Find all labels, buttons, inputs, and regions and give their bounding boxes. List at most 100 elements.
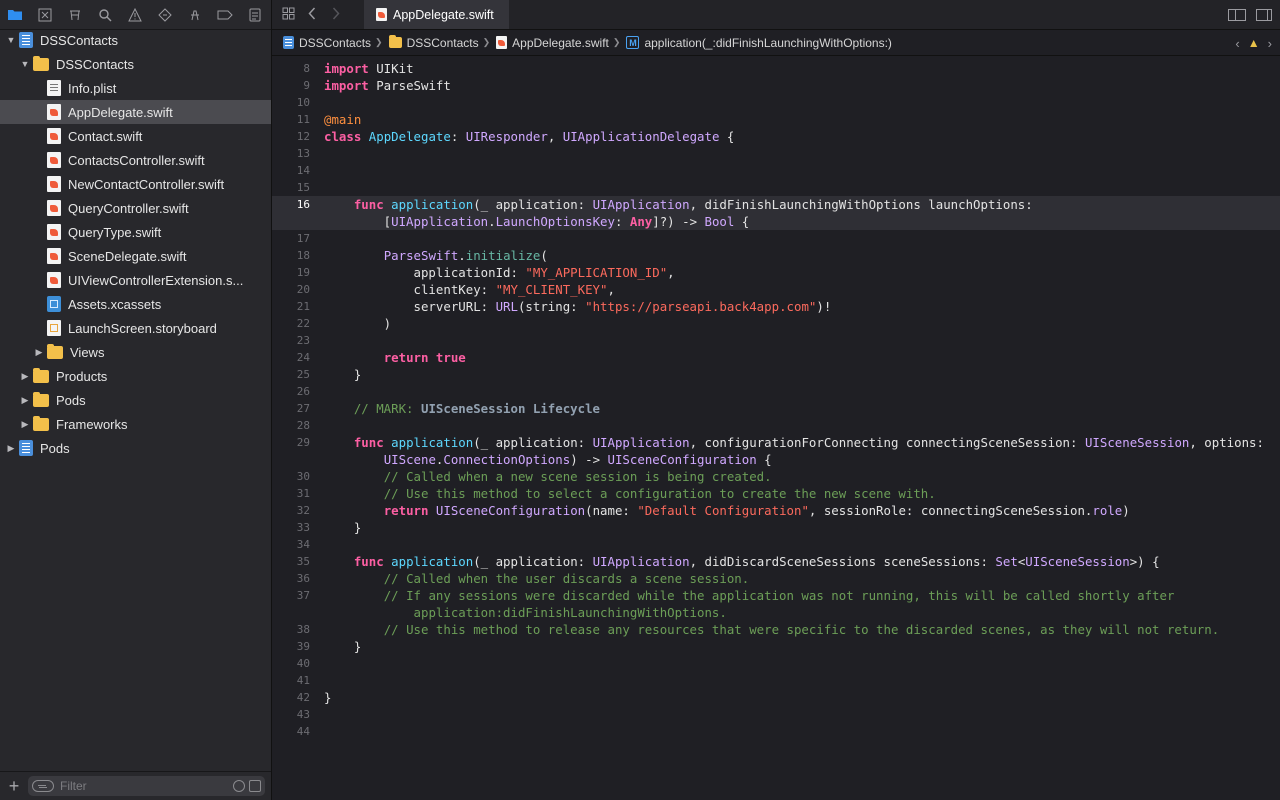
tree-item[interactable]: QueryType.swift bbox=[0, 220, 271, 244]
forward-chevron-icon[interactable] bbox=[324, 6, 348, 23]
tree-item[interactable]: AppDelegate.swift bbox=[0, 100, 271, 124]
code-line[interactable]: 36 // Called when the user discards a sc… bbox=[272, 570, 1280, 587]
next-issue-chevron-icon[interactable]: › bbox=[1268, 36, 1272, 51]
code-line[interactable]: 20 clientKey: "MY_CLIENT_KEY", bbox=[272, 281, 1280, 298]
tree-item[interactable]: ▼ DSSContacts bbox=[0, 28, 271, 52]
line-number[interactable]: 22 bbox=[272, 315, 310, 332]
tree-item[interactable]: ▼ DSSContacts bbox=[0, 52, 271, 76]
code-line[interactable]: 25 } bbox=[272, 366, 1280, 383]
tree-item[interactable]: QueryController.swift bbox=[0, 196, 271, 220]
code-text[interactable]: class AppDelegate: UIResponder, UIApplic… bbox=[310, 128, 1280, 145]
tab-appdelegate-swift[interactable]: AppDelegate.swift bbox=[364, 0, 509, 29]
line-number[interactable]: 28 bbox=[272, 417, 310, 434]
tree-item[interactable]: LaunchScreen.storyboard bbox=[0, 316, 271, 340]
code-text[interactable]: return UISceneConfiguration(name: "Defau… bbox=[310, 502, 1280, 519]
tree-item[interactable]: ▶ Frameworks bbox=[0, 412, 271, 436]
line-number[interactable]: 32 bbox=[272, 502, 310, 519]
breadcrumb-item[interactable]: AppDelegate.swift bbox=[496, 36, 609, 50]
tree-item[interactable]: ▶ Pods bbox=[0, 388, 271, 412]
code-line[interactable]: 16 func application(_ application: UIApp… bbox=[272, 196, 1280, 213]
code-text[interactable] bbox=[310, 145, 1280, 162]
source-control-navigator-icon[interactable] bbox=[30, 0, 60, 29]
code-line[interactable]: 31 // Use this method to select a config… bbox=[272, 485, 1280, 502]
code-line[interactable]: 39 } bbox=[272, 638, 1280, 655]
code-text[interactable]: import UIKit bbox=[310, 60, 1280, 77]
line-number[interactable]: 27 bbox=[272, 400, 310, 417]
code-line[interactable]: 24 return true bbox=[272, 349, 1280, 366]
line-number[interactable]: 14 bbox=[272, 162, 310, 179]
line-number[interactable] bbox=[272, 213, 310, 230]
code-line[interactable]: 42} bbox=[272, 689, 1280, 706]
code-text[interactable]: @main bbox=[310, 111, 1280, 128]
code-text[interactable]: // If any sessions were discarded while … bbox=[310, 587, 1280, 604]
code-line[interactable]: UIScene.ConnectionOptions) -> UISceneCon… bbox=[272, 451, 1280, 468]
code-text[interactable]: } bbox=[310, 689, 1280, 706]
line-number[interactable]: 29 bbox=[272, 434, 310, 451]
line-number[interactable]: 26 bbox=[272, 383, 310, 400]
disclosure-open-icon[interactable]: ▼ bbox=[5, 35, 17, 45]
line-number[interactable]: 12 bbox=[272, 128, 310, 145]
line-number[interactable]: 41 bbox=[272, 672, 310, 689]
code-text[interactable] bbox=[310, 179, 1280, 196]
code-line[interactable]: 28 bbox=[272, 417, 1280, 434]
line-number[interactable]: 19 bbox=[272, 264, 310, 281]
line-number[interactable]: 10 bbox=[272, 94, 310, 111]
code-text[interactable] bbox=[310, 162, 1280, 179]
warning-icon[interactable]: ▲ bbox=[1248, 36, 1260, 50]
code-line[interactable]: 29 func application(_ application: UIApp… bbox=[272, 434, 1280, 451]
line-number[interactable]: 8 bbox=[272, 60, 310, 77]
line-number[interactable]: 36 bbox=[272, 570, 310, 587]
tree-item[interactable]: ▶ Products bbox=[0, 364, 271, 388]
code-text[interactable] bbox=[310, 94, 1280, 111]
disclosure-closed-icon[interactable]: ▶ bbox=[19, 419, 31, 430]
code-text[interactable] bbox=[310, 230, 1280, 247]
tree-item[interactable]: UIViewControllerExtension.s... bbox=[0, 268, 271, 292]
code-line[interactable]: 19 applicationId: "MY_APPLICATION_ID", bbox=[272, 264, 1280, 281]
line-number[interactable]: 35 bbox=[272, 553, 310, 570]
code-text[interactable]: application:didFinishLaunchingWithOption… bbox=[310, 604, 1280, 621]
line-number[interactable]: 15 bbox=[272, 179, 310, 196]
folder-navigator-icon[interactable] bbox=[0, 0, 30, 29]
code-line[interactable]: 18 ParseSwift.initialize( bbox=[272, 247, 1280, 264]
line-number[interactable] bbox=[272, 451, 310, 468]
code-line[interactable]: 27 // MARK: UISceneSession Lifecycle bbox=[272, 400, 1280, 417]
line-number[interactable]: 9 bbox=[272, 77, 310, 94]
breadcrumb-item[interactable]: DSSContacts bbox=[283, 36, 371, 50]
code-line[interactable]: 9 import ParseSwift bbox=[272, 77, 1280, 94]
tree-item[interactable]: NewContactController.swift bbox=[0, 172, 271, 196]
code-line[interactable]: 14 bbox=[272, 162, 1280, 179]
code-text[interactable]: clientKey: "MY_CLIENT_KEY", bbox=[310, 281, 1280, 298]
code-line[interactable]: 22 ) bbox=[272, 315, 1280, 332]
code-text[interactable]: // MARK: UISceneSession Lifecycle bbox=[310, 400, 1280, 417]
code-text[interactable]: // Called when a new scene session is be… bbox=[310, 468, 1280, 485]
code-text[interactable]: import ParseSwift bbox=[310, 77, 1280, 94]
source-control-filter-icon[interactable] bbox=[249, 780, 261, 792]
debug-navigator-icon[interactable] bbox=[180, 0, 210, 29]
line-number[interactable]: 38 bbox=[272, 621, 310, 638]
code-text[interactable]: applicationId: "MY_APPLICATION_ID", bbox=[310, 264, 1280, 281]
code-text[interactable]: func application(_ application: UIApplic… bbox=[310, 196, 1280, 213]
disclosure-closed-icon[interactable]: ▶ bbox=[5, 443, 17, 454]
code-line[interactable]: 23 bbox=[272, 332, 1280, 349]
code-text[interactable]: func application(_ application: UIApplic… bbox=[310, 434, 1280, 451]
code-line[interactable]: [UIApplication.LaunchOptionsKey: Any]?) … bbox=[272, 213, 1280, 230]
code-line[interactable]: application:didFinishLaunchingWithOption… bbox=[272, 604, 1280, 621]
line-number[interactable]: 18 bbox=[272, 247, 310, 264]
code-text[interactable]: // Called when the user discards a scene… bbox=[310, 570, 1280, 587]
code-line[interactable]: 26 bbox=[272, 383, 1280, 400]
line-number[interactable]: 13 bbox=[272, 145, 310, 162]
filter-input[interactable] bbox=[60, 779, 229, 793]
line-number[interactable]: 25 bbox=[272, 366, 310, 383]
find-navigator-icon[interactable] bbox=[90, 0, 120, 29]
breakpoint-navigator-icon[interactable] bbox=[210, 0, 240, 29]
line-number[interactable]: 42 bbox=[272, 689, 310, 706]
disclosure-open-icon[interactable]: ▼ bbox=[19, 59, 31, 69]
code-line[interactable]: 13 bbox=[272, 145, 1280, 162]
line-number[interactable]: 16 bbox=[272, 196, 310, 213]
code-text[interactable]: ) bbox=[310, 315, 1280, 332]
code-text[interactable]: ParseSwift.initialize( bbox=[310, 247, 1280, 264]
filter-icon[interactable] bbox=[32, 780, 54, 792]
code-text[interactable] bbox=[310, 536, 1280, 553]
line-number[interactable]: 43 bbox=[272, 706, 310, 723]
breadcrumb-item[interactable]: DSSContacts bbox=[388, 35, 479, 50]
